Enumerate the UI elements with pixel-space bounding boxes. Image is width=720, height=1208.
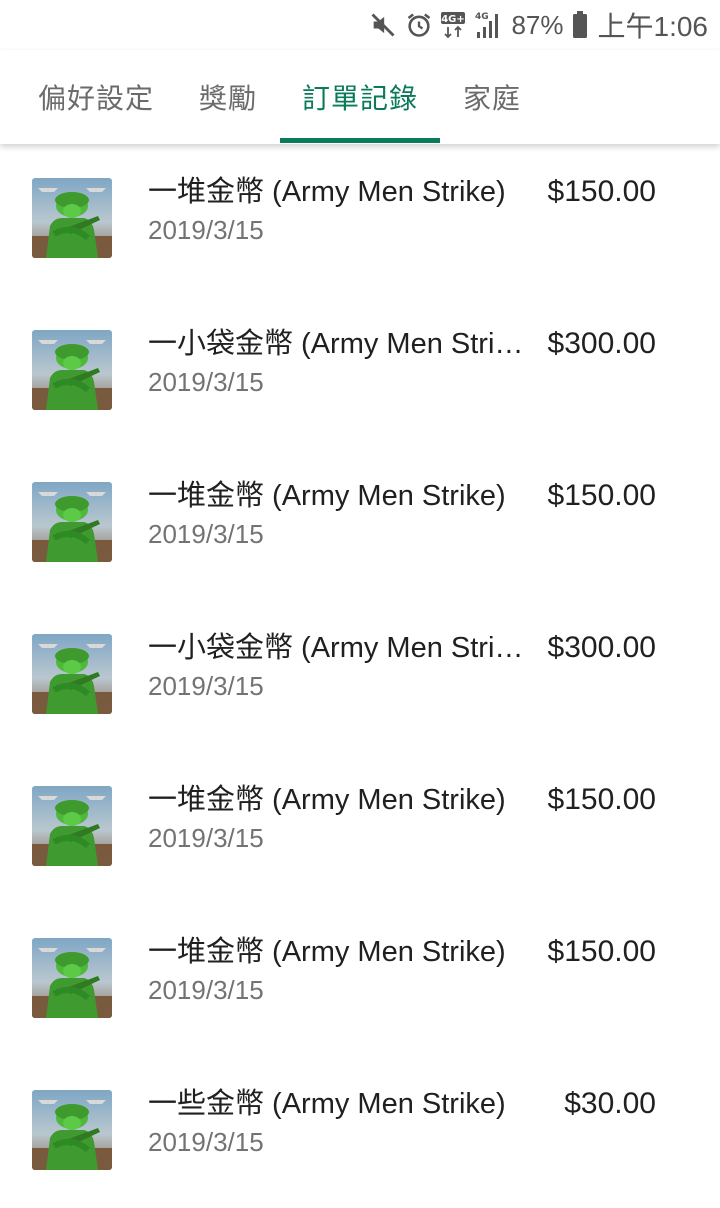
order-row[interactable]: 一堆金幣 (Army Men Strike) $150.00 2019/3/15 <box>0 144 720 296</box>
tab-order-history[interactable]: 訂單記錄 <box>280 50 440 144</box>
army-men-strike-app-icon <box>32 938 112 1018</box>
order-price: $150.00 <box>547 479 656 512</box>
army-men-strike-app-icon <box>32 482 112 562</box>
status-time: 上午1:06 <box>597 11 709 42</box>
tab-family[interactable]: 家庭 <box>450 50 534 144</box>
order-price: $150.00 <box>547 783 656 816</box>
battery-percent: 87% <box>511 9 564 40</box>
order-title: 一堆金幣 (Army Men Strike) <box>148 784 506 816</box>
order-price: $300.00 <box>547 631 656 664</box>
order-price: $300.00 <box>547 327 656 360</box>
order-date: 2019/3/15 <box>148 367 264 397</box>
order-date: 2019/3/15 <box>148 975 264 1005</box>
mute-icon <box>369 11 397 39</box>
battery-icon <box>572 11 588 39</box>
status-bar: 4G+ 4G 87% 上午1:06 <box>0 0 720 50</box>
order-date: 2019/3/15 <box>148 519 264 549</box>
signal-icon: 4G <box>475 10 503 40</box>
order-date: 2019/3/15 <box>148 215 264 245</box>
order-title: 一堆金幣 (Army Men Strike) <box>148 936 506 968</box>
order-list: 一堆金幣 (Army Men Strike) $150.00 2019/3/15… <box>0 144 720 1196</box>
svg-text:4G: 4G <box>475 12 489 22</box>
order-price: $150.00 <box>547 935 656 968</box>
4g-plus-icon: 4G+ <box>441 10 467 40</box>
order-title: 一小袋金幣 (Army Men Strike) <box>148 632 534 664</box>
svg-text:4G+: 4G+ <box>442 14 466 25</box>
order-row[interactable]: 一堆金幣 (Army Men Strike) $150.00 2019/3/15 <box>0 448 720 600</box>
alarm-icon <box>405 11 433 39</box>
army-men-strike-app-icon <box>32 634 112 714</box>
order-title: 一堆金幣 (Army Men Strike) <box>148 480 506 512</box>
tab-preferences[interactable]: 偏好設定 <box>24 50 168 144</box>
army-men-strike-app-icon <box>32 786 112 866</box>
order-date: 2019/3/15 <box>148 823 264 853</box>
order-price: $150.00 <box>547 175 656 208</box>
order-row[interactable]: 一些金幣 (Army Men Strike) $30.00 2019/3/15 <box>0 1056 720 1208</box>
order-price: $30.00 <box>564 1087 656 1120</box>
army-men-strike-app-icon <box>32 330 112 410</box>
order-row[interactable]: 一小袋金幣 (Army Men Strike) $300.00 2019/3/1… <box>0 296 720 448</box>
order-row[interactable]: 一小袋金幣 (Army Men Strike) $300.00 2019/3/1… <box>0 600 720 752</box>
order-row[interactable]: 一堆金幣 (Army Men Strike) $150.00 2019/3/15 <box>0 904 720 1056</box>
order-row[interactable]: 一堆金幣 (Army Men Strike) $150.00 2019/3/15 <box>0 752 720 904</box>
order-date: 2019/3/15 <box>148 1127 264 1157</box>
army-men-strike-app-icon <box>32 1090 112 1170</box>
tab-bar: 偏好設定 獎勵 訂單記錄 家庭 <box>0 50 720 144</box>
order-title: 一小袋金幣 (Army Men Strike) <box>148 328 534 360</box>
order-title: 一堆金幣 (Army Men Strike) <box>148 176 506 208</box>
active-tab-indicator <box>280 138 440 143</box>
tab-rewards[interactable]: 獎勵 <box>186 50 270 144</box>
order-title: 一些金幣 (Army Men Strike) <box>148 1088 506 1120</box>
army-men-strike-app-icon <box>32 178 112 258</box>
order-date: 2019/3/15 <box>148 671 264 701</box>
